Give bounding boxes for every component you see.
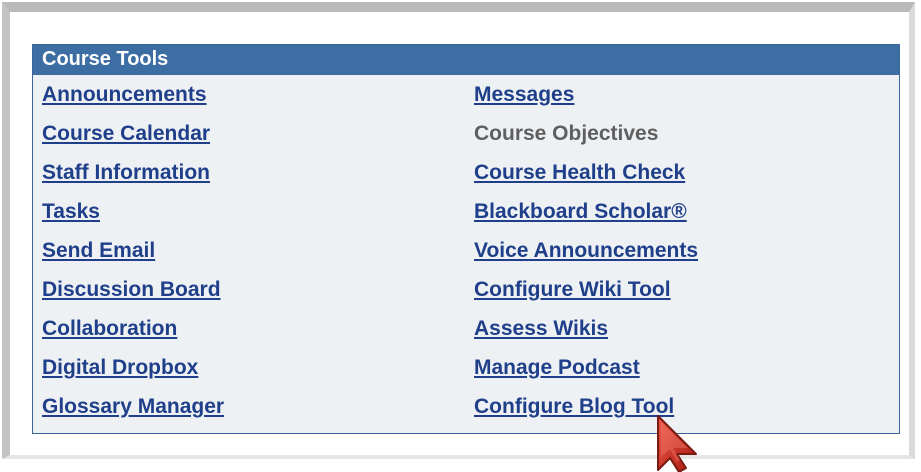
discussion-board-link[interactable]: Discussion Board bbox=[42, 270, 224, 309]
mouse-pointer-icon bbox=[657, 415, 697, 472]
glossary-manager-link[interactable]: Glossary Manager bbox=[42, 387, 224, 426]
right-column: Messages Course Objectives Course Health… bbox=[474, 75, 698, 426]
course-health-check-link[interactable]: Course Health Check bbox=[474, 153, 698, 192]
send-email-link[interactable]: Send Email bbox=[42, 231, 224, 270]
staff-information-link[interactable]: Staff Information bbox=[42, 153, 224, 192]
messages-link[interactable]: Messages bbox=[474, 75, 698, 114]
assess-wikis-link[interactable]: Assess Wikis bbox=[474, 309, 698, 348]
configure-wiki-tool-link[interactable]: Configure Wiki Tool bbox=[474, 270, 698, 309]
digital-dropbox-link[interactable]: Digital Dropbox bbox=[42, 348, 224, 387]
course-calendar-link[interactable]: Course Calendar bbox=[42, 114, 224, 153]
blackboard-scholar-link[interactable]: Blackboard Scholar® bbox=[474, 192, 698, 231]
course-objectives-label: Course Objectives bbox=[474, 122, 659, 145]
tasks-link[interactable]: Tasks bbox=[42, 192, 224, 231]
collaboration-link[interactable]: Collaboration bbox=[42, 309, 224, 348]
left-column: Announcements Course Calendar Staff Info… bbox=[42, 75, 224, 426]
manage-podcast-link[interactable]: Manage Podcast bbox=[474, 348, 698, 387]
course-tools-panel: Course Tools Announcements Course Calend… bbox=[32, 44, 900, 434]
panel-title: Course Tools bbox=[33, 45, 899, 75]
announcements-link[interactable]: Announcements bbox=[42, 75, 224, 114]
voice-announcements-link[interactable]: Voice Announcements bbox=[474, 231, 698, 270]
